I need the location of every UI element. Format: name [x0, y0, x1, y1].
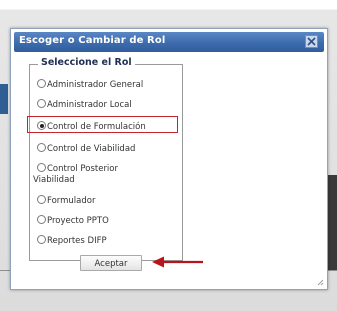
role-option-control-posterior-line2: Viabilidad	[33, 175, 75, 185]
accept-button[interactable]: Aceptar	[80, 255, 142, 271]
role-option-label: Proyecto PPTO	[47, 216, 109, 226]
role-option-label: Control de Formulación	[47, 122, 146, 132]
role-option-label: Administrador Local	[47, 100, 132, 110]
radio-button[interactable]	[37, 215, 46, 224]
role-option-administrador-general[interactable]: Administrador General	[37, 79, 143, 90]
role-fieldset: Seleccione el Rol Administrador General …	[29, 57, 183, 261]
radio-button-selected[interactable]	[37, 121, 46, 130]
close-icon	[307, 37, 316, 46]
role-option-label: Administrador General	[47, 80, 144, 90]
role-option-proyecto-ppto[interactable]: Proyecto PPTO	[37, 215, 109, 226]
role-option-label-continued: Viabilidad	[33, 175, 75, 185]
role-option-reportes-difp[interactable]: Reportes DIFP	[37, 235, 107, 246]
role-option-label: Formulador	[47, 196, 96, 206]
role-option-label: Control de Viabilidad	[47, 144, 136, 154]
radio-button[interactable]	[37, 195, 46, 204]
background-dark-block	[328, 175, 337, 270]
dialog-title: Escoger o Cambiar de Rol	[19, 35, 166, 46]
radio-button[interactable]	[37, 143, 46, 152]
background-blue-strip	[0, 84, 8, 114]
role-dialog: Escoger o Cambiar de Rol Seleccione el R…	[10, 28, 328, 290]
radio-button[interactable]	[37, 79, 46, 88]
radio-button[interactable]	[37, 235, 46, 244]
close-button[interactable]	[305, 35, 318, 48]
role-option-formulador[interactable]: Formulador	[37, 195, 95, 206]
role-option-label: Reportes DIFP	[47, 236, 107, 246]
role-option-control-posterior[interactable]: Control Posterior	[37, 163, 118, 174]
radio-button[interactable]	[37, 99, 46, 108]
role-option-administrador-local[interactable]: Administrador Local	[37, 99, 132, 110]
role-option-control-viabilidad[interactable]: Control de Viabilidad	[37, 143, 135, 154]
role-option-control-formulacion[interactable]: Control de Formulación	[37, 121, 146, 132]
role-fieldset-legend: Seleccione el Rol	[38, 57, 135, 68]
dialog-titlebar[interactable]: Escoger o Cambiar de Rol	[14, 32, 324, 52]
role-option-label: Control Posterior	[47, 164, 118, 174]
arrow-left-icon	[152, 256, 203, 268]
resize-grip-icon[interactable]	[316, 278, 324, 286]
radio-button[interactable]	[37, 163, 46, 172]
